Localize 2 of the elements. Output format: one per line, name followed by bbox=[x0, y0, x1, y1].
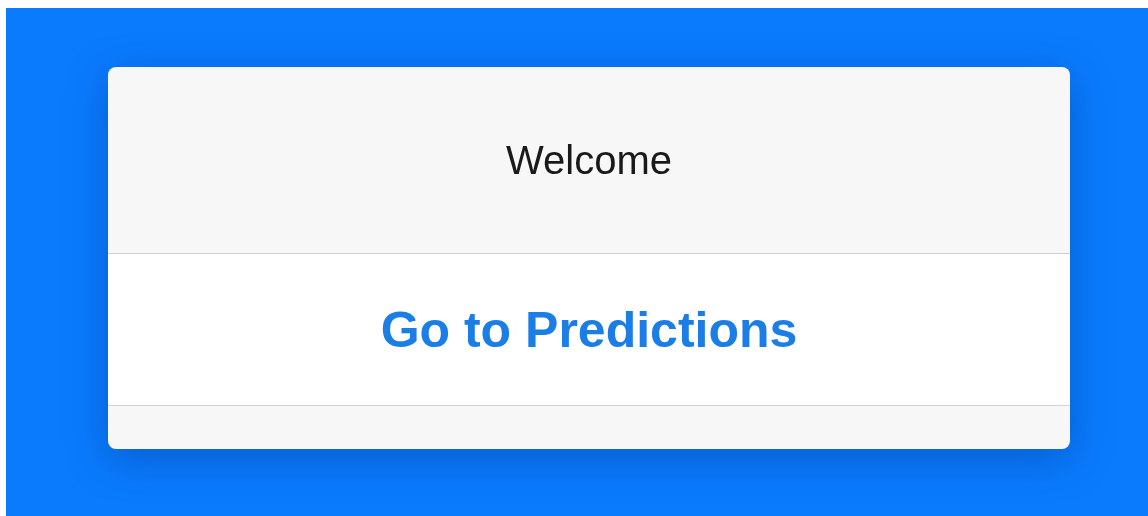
dialog-title: Welcome bbox=[506, 137, 672, 183]
predictions-button[interactable]: Go to Predictions bbox=[108, 254, 1070, 406]
